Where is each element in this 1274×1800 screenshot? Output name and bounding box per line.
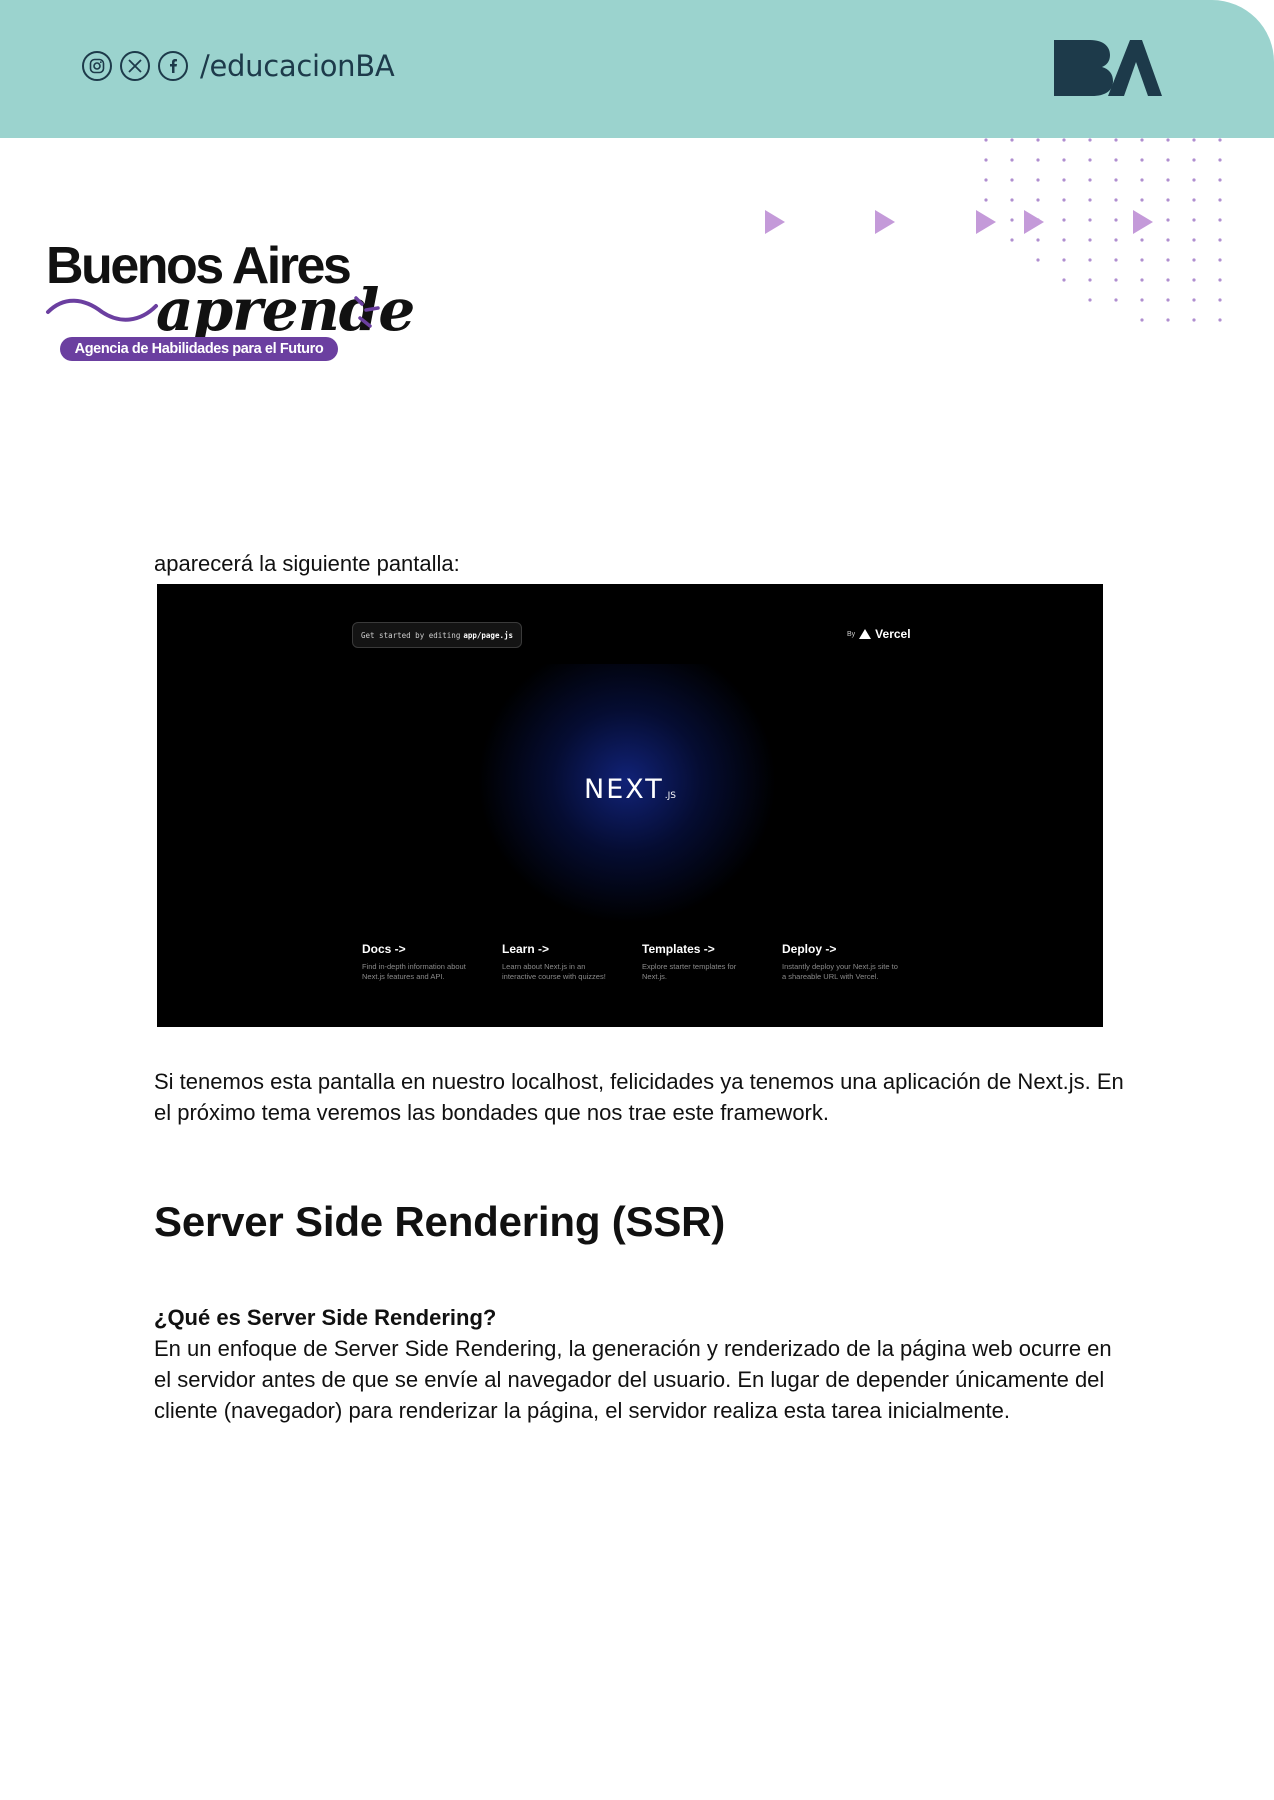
card-desc: Find in-depth information about Next.js … [362,962,466,981]
ssr-body-text: En un enfoque de Server Side Rendering, … [154,1336,1112,1423]
card-deploy: Deploy -> Instantly deploy your Next.js … [782,942,922,982]
vercel-label: Vercel [875,627,911,641]
section-heading: Server Side Rendering (SSR) [154,1198,726,1245]
card-title: Docs -> [362,942,406,956]
card-learn: Learn -> Learn about Next.js in an inter… [502,942,642,982]
nextjs-logo: NEXT.JS [584,774,676,805]
brand-tagline: Agencia de Habilidades para el Futuro [60,337,338,361]
brand-sparkle [354,296,380,328]
section-subheading: ¿Qué es Server Side Rendering? [154,1305,497,1330]
decorative-pattern [765,138,1222,322]
instagram-icon[interactable] [82,51,112,81]
card-docs: Docs -> Find in-depth information about … [362,942,502,982]
card-desc: Explore starter templates for Next.js. [642,962,737,981]
get-started-prefix: Get started by editing [361,630,461,640]
card-title: Learn -> [502,942,550,956]
by-vercel: By Vercel [847,627,911,641]
get-started-box: Get started by editing app/page.js [352,622,523,648]
card-title: Deploy -> [782,942,837,956]
by-label: By [847,630,856,638]
vercel-triangle-icon [859,629,872,639]
social-handle[interactable]: /educacionBA [200,49,395,83]
card-templates: Templates -> Explore starter templates f… [642,942,782,982]
card-title: Templates -> [642,942,715,956]
get-started-file: app/page.js [463,630,514,640]
card-desc: Learn about Next.js in an interactive co… [502,962,606,981]
facebook-icon[interactable] [158,51,188,81]
nextjs-logo-suffix: .JS [664,791,677,801]
nextjs-screenshot: Get started by editing app/page.js By Ve… [157,584,1103,1027]
intro-text: aparecerá la siguiente pantalla: [154,551,460,576]
social-links: /educacionBA [82,48,395,84]
after-screenshot-text: Si tenemos esta pantalla en nuestro loca… [154,1069,1124,1125]
nextjs-logo-text: NEXT [584,774,664,805]
ba-logo [1050,36,1162,103]
card-desc: Instantly deploy your Next.js site to a … [782,962,898,981]
x-icon[interactable] [120,51,150,81]
nextjs-cards: Docs -> Find in-depth information about … [362,942,922,982]
brand-logo: Buenos Aires aprende Agencia de Habilida… [44,236,415,366]
